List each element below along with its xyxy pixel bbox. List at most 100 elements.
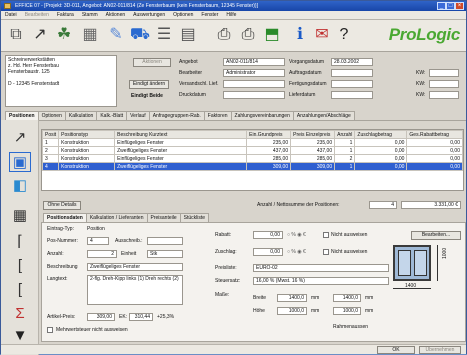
col-header[interactable]: Anzahl — [334, 130, 356, 139]
preisliste-select[interactable]: EURO-02 — [253, 264, 389, 272]
subtab-preisanteile[interactable]: Preisanteile — [146, 213, 181, 222]
position-sidebar: ↗ ▣ ◧ ▦ ⌈ [ [ Σ ▼ — [1, 120, 39, 355]
tab-positionen[interactable]: Positionen — [5, 111, 39, 120]
ok-button[interactable]: OK — [377, 346, 415, 354]
menu-aktionen[interactable]: Aktionen — [102, 11, 129, 20]
beschreibung-field[interactable]: Zweiflügeliges Fenster — [87, 263, 183, 271]
angebot-field[interactable]: AN02-011/814 — [223, 58, 285, 66]
posnr-field[interactable]: 4 — [87, 237, 109, 245]
select-window-icon[interactable]: ▣ — [9, 152, 31, 172]
maximize-button[interactable]: □ — [446, 2, 455, 10]
bracket-icon[interactable]: [ — [9, 256, 31, 276]
cell: 1 — [41, 138, 60, 147]
tools-icon[interactable]: ↗ — [29, 24, 51, 46]
table-details-icon[interactable]: ▦ — [9, 206, 31, 226]
tab-faktoren[interactable]: Faktoren — [203, 111, 232, 120]
zuschlag-nicht-checkbox[interactable] — [323, 249, 329, 255]
kw-field-2[interactable] — [429, 80, 459, 88]
fertigung-field[interactable] — [331, 80, 373, 88]
bearbeiten-button[interactable]: Bearbeiten... — [411, 231, 461, 240]
col-header[interactable]: Ges.Rabattbetrag — [406, 130, 463, 139]
ohne-details-button[interactable]: Ohne Details — [43, 201, 81, 210]
breite2-field[interactable]: 1400,0 — [333, 294, 361, 302]
kw-field-3[interactable] — [429, 91, 459, 99]
versand-field[interactable] — [223, 80, 285, 88]
mehrwert-checkbox[interactable] — [47, 327, 53, 333]
kw-field-1[interactable] — [429, 69, 459, 77]
zuschlag-field[interactable]: 0,00 — [253, 248, 283, 256]
tab-kalk-blatt[interactable]: Kalk.-Blatt — [96, 111, 128, 120]
tab-kalkulation[interactable]: Kalkulation — [64, 111, 98, 120]
menu-auswertungen[interactable]: Auswertungen — [129, 11, 169, 20]
col-header[interactable]: Beschreibung Kurztext — [114, 130, 248, 139]
menu-faktura[interactable]: Faktura — [53, 11, 78, 20]
liefer-field[interactable] — [331, 91, 373, 99]
tab-anfragegruppen[interactable]: Anfragegruppen-Rab. — [148, 111, 205, 120]
einheit-field[interactable]: Stk — [147, 250, 183, 258]
hoehe-field[interactable]: 1000,0 — [277, 307, 307, 315]
bracket-block-icon[interactable]: [ — [9, 280, 31, 300]
col-header[interactable]: Zuschlagbetrag — [354, 130, 408, 139]
window-icon[interactable]: ⧉ — [5, 24, 27, 46]
document-icon[interactable]: ▤ — [177, 24, 199, 46]
col-header[interactable]: Preis Einzelpreis — [290, 130, 336, 139]
anzahl-field[interactable]: 2 — [87, 250, 117, 258]
tab-verlauf[interactable]: Verlauf — [126, 111, 150, 120]
druckdatum-field[interactable] — [223, 91, 285, 99]
dropdown-arrow-icon[interactable]: ▼ — [9, 326, 31, 346]
rabatt-field[interactable]: 0,00 — [253, 231, 283, 239]
export-icon[interactable]: ⬒ — [261, 24, 283, 46]
grid-icon[interactable]: ☰ — [153, 24, 175, 46]
subtab-kalkulation[interactable]: Kalkulation / Lieferanten — [85, 213, 148, 222]
menu-hilfe[interactable]: Hilfe — [222, 11, 240, 20]
breite-field[interactable]: 1400,0 — [277, 294, 307, 302]
hoehe2-field[interactable]: 1000,0 — [333, 307, 361, 315]
subtab-positionsdaten[interactable]: Positionsdaten — [43, 213, 87, 222]
sum-icon[interactable]: Σ — [9, 304, 31, 324]
table-row[interactable]: 2 Konstruktion Zweiflügeliges Fenster 437,0… — [41, 146, 463, 155]
menu-fenster[interactable]: Fenster — [197, 11, 222, 20]
langtext-field[interactable]: 2-flg. Dreh-Kipp links (1) Dreh rechts (… — [87, 275, 183, 305]
print-icon[interactable]: ⎙ — [213, 24, 235, 46]
vorgang-field[interactable]: 28.03.2002 — [331, 58, 373, 66]
help-icon[interactable]: ? — [333, 24, 355, 46]
zuschlag-unit-toggle[interactable]: ○ % ◉ € — [287, 248, 306, 256]
ausschreib-field[interactable] — [147, 237, 183, 245]
table-row[interactable]: 3 Konstruktion Einflügeliges Fenster 285,00… — [41, 154, 463, 163]
minimize-button[interactable]: _ — [437, 2, 446, 10]
col-header[interactable]: Posit — [41, 130, 60, 139]
copy-icon[interactable]: ◧ — [9, 176, 31, 196]
menu-optionen[interactable]: Optionen — [169, 11, 197, 20]
table-row-selected[interactable]: 4 Konstruktion Zweiflügeliges Fenster 309,0… — [41, 162, 463, 171]
menu-bearbeiten[interactable]: Bearbeiten — [21, 11, 53, 20]
edit-tool-icon[interactable]: ↗ — [9, 128, 31, 148]
menu-stamm[interactable]: Stamm — [78, 11, 102, 20]
steuersatz-select[interactable]: 16,00 % (Mwst. 16 %) — [253, 277, 389, 285]
car-icon[interactable]: ⛟ — [129, 24, 151, 46]
tab-anzahlungen[interactable]: Anzahlungen/Abschläge — [292, 111, 355, 120]
uebernehmen-button[interactable]: Übernehmen — [419, 346, 461, 354]
calculator-icon[interactable]: ▦ — [79, 24, 101, 46]
tab-optionen[interactable]: Optionen — [37, 111, 66, 120]
eindig-aendern-button[interactable]: Eindigt ändern — [129, 80, 169, 89]
auftrag-field[interactable] — [331, 69, 373, 77]
close-button[interactable]: × — [455, 2, 464, 10]
table-row[interactable]: 1 Konstruktion Einflügeliges Fenster 235,00… — [41, 138, 463, 147]
aktionen-button[interactable]: Aktionen — [133, 58, 171, 67]
subtab-stueckliste[interactable]: Stückliste — [179, 213, 210, 222]
bearbeiter-field[interactable]: Administrator — [223, 69, 285, 77]
rabatt-nicht-checkbox[interactable] — [323, 232, 329, 238]
rabatt-unit-toggle[interactable]: ○ % ◉ € — [287, 231, 306, 239]
material-icon[interactable]: ✎ — [105, 24, 127, 46]
col-header[interactable]: Ein.Grundpreis — [246, 130, 292, 139]
bracket-start-icon[interactable]: ⌈ — [9, 232, 31, 252]
tab-zahlung[interactable]: Zahlungsvereinbarungen — [230, 111, 294, 120]
mail-icon[interactable]: ✉ — [311, 24, 333, 46]
people-icon[interactable]: ☘ — [53, 24, 75, 46]
info-icon[interactable]: ℹ — [289, 24, 311, 46]
print-preview-icon[interactable]: ⎙ — [237, 24, 259, 46]
artikelpreis-field[interactable]: 309,00 — [87, 313, 115, 321]
menu-datei[interactable]: Datei — [1, 11, 21, 20]
col-header[interactable]: Positionstyp — [58, 130, 116, 139]
ek-field[interactable]: 310,44 — [129, 313, 153, 321]
